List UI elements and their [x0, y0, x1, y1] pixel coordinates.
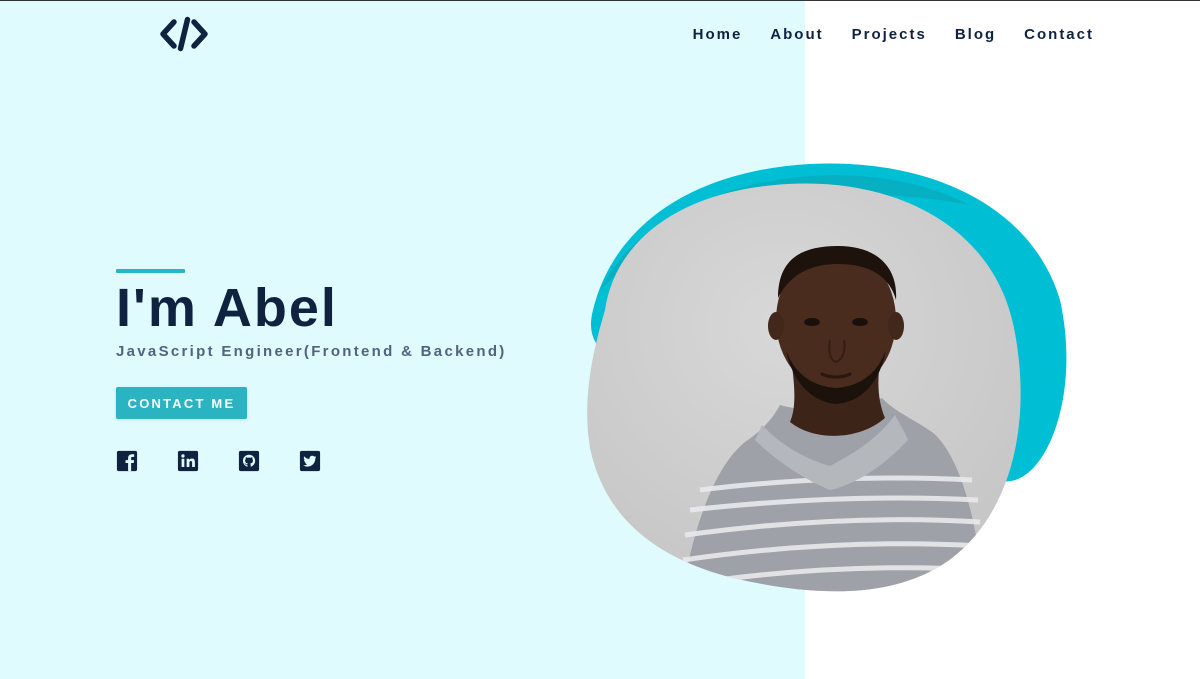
linkedin-icon — [177, 450, 199, 472]
code-brackets-icon — [160, 16, 208, 52]
main-nav: Home About Projects Blog Contact — [693, 26, 1094, 43]
nav-blog[interactable]: Blog — [955, 26, 996, 43]
github-link[interactable] — [238, 450, 260, 472]
facebook-icon — [116, 450, 138, 472]
title-accent-line — [116, 269, 185, 273]
facebook-link[interactable] — [116, 450, 138, 472]
contact-me-button[interactable]: CONTACT ME — [116, 387, 247, 419]
nav-about[interactable]: About — [770, 26, 823, 43]
nav-contact[interactable]: Contact — [1024, 26, 1094, 43]
social-links — [116, 450, 321, 472]
nav-projects[interactable]: Projects — [852, 26, 927, 43]
nav-home[interactable]: Home — [693, 26, 743, 43]
hero-portrait — [587, 163, 1067, 592]
github-icon — [238, 450, 260, 472]
linkedin-link[interactable] — [177, 450, 199, 472]
hero-title: I'm Abel — [116, 278, 338, 338]
site-logo[interactable] — [160, 16, 208, 52]
twitter-link[interactable] — [299, 450, 321, 472]
hero-subtitle: JavaScript Engineer(Frontend & Backend) — [116, 343, 507, 360]
twitter-icon — [299, 450, 321, 472]
